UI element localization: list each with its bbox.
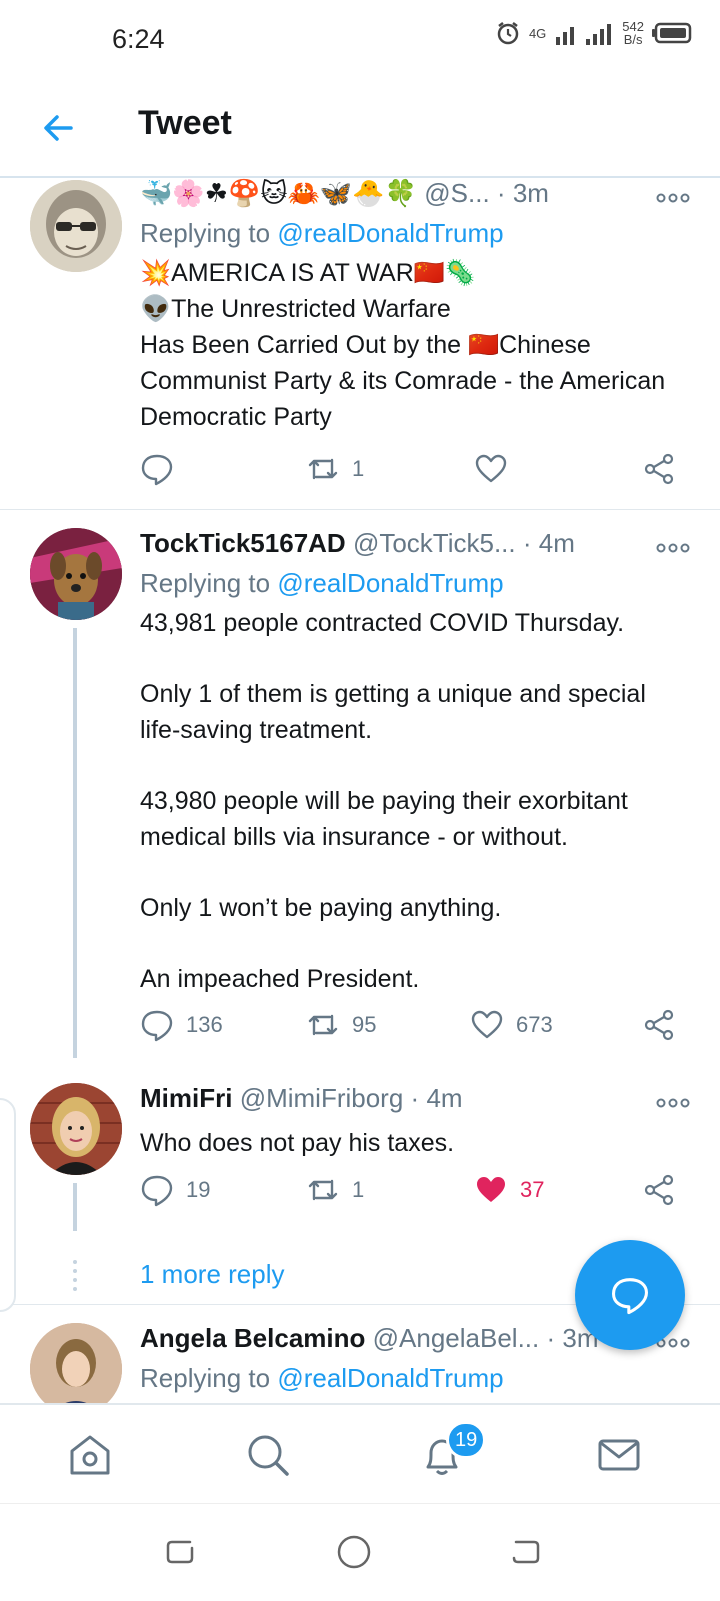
replying-to: Replying to @realDonaldTrump bbox=[140, 218, 504, 248]
more-options-icon[interactable] bbox=[656, 192, 690, 204]
mention-link[interactable]: @realDonaldTrump bbox=[277, 1363, 503, 1393]
reply-button[interactable] bbox=[140, 452, 186, 486]
avatar[interactable] bbox=[30, 180, 122, 272]
tweet-text: 💥AMERICA IS AT WAR🇨🇳🦠 👽The Unrestricted … bbox=[140, 259, 666, 431]
share-icon bbox=[644, 1174, 674, 1206]
alarm-icon bbox=[497, 22, 519, 45]
reply-icon bbox=[612, 1278, 648, 1315]
share-button[interactable] bbox=[642, 1008, 676, 1042]
tweet-time: 3m bbox=[512, 178, 549, 208]
display-name-emojis[interactable]: 🐳🌸☘🍄🐱🦀🦋🐣🍀 bbox=[140, 178, 417, 208]
thread-line bbox=[73, 1183, 77, 1231]
notification-badge: 19 bbox=[446, 1421, 487, 1459]
tweet-header-line: 🐳🌸☘🍄🐱🦀🦋🐣🍀 @S... · 3m bbox=[140, 178, 549, 208]
list-item[interactable]: TockTick5167AD @TockTick5... · 4m Replyi… bbox=[0, 510, 720, 1065]
more-options-icon[interactable] bbox=[656, 542, 690, 554]
tweet-actions: 1 bbox=[140, 452, 700, 492]
network-type: 4G bbox=[528, 25, 547, 41]
share-icon bbox=[644, 453, 674, 485]
status-icons: 4G 542 B/s bbox=[495, 20, 692, 46]
tweet-header: Tweet bbox=[0, 80, 720, 178]
retweet-icon bbox=[308, 458, 338, 480]
tweet-time: 4m bbox=[538, 528, 575, 558]
like-button[interactable]: 37 bbox=[474, 1173, 544, 1207]
like-button[interactable] bbox=[474, 452, 520, 486]
share-button[interactable] bbox=[642, 1173, 676, 1207]
more-options-icon[interactable] bbox=[656, 1097, 690, 1109]
heart-icon bbox=[475, 454, 507, 483]
avatar[interactable] bbox=[30, 1083, 122, 1175]
list-item[interactable]: 🐳🌸☘🍄🐱🦀🦋🐣🍀 @S... · 3m Replying to @realDo… bbox=[0, 178, 720, 508]
like-button[interactable]: 673 bbox=[470, 1008, 553, 1042]
display-name[interactable]: TockTick5167AD bbox=[140, 528, 346, 558]
avatar[interactable] bbox=[30, 528, 122, 620]
more-replies-link[interactable]: 1 more reply bbox=[140, 1259, 285, 1290]
reply-icon bbox=[141, 454, 173, 486]
back-button-icon[interactable] bbox=[506, 1532, 546, 1572]
messages-icon[interactable] bbox=[595, 1431, 643, 1479]
mention-link[interactable]: @realDonaldTrump bbox=[277, 568, 503, 598]
mention-link[interactable]: @realDonaldTrump bbox=[277, 218, 503, 248]
status-time: 6:24 bbox=[112, 24, 165, 54]
signal-icon bbox=[556, 24, 612, 45]
thread-line bbox=[73, 628, 77, 1058]
battery-icon bbox=[652, 22, 692, 44]
reply-icon bbox=[141, 1175, 173, 1207]
tweet-header-line: MimiFri @MimiFriborg · 4m bbox=[140, 1083, 463, 1113]
network-speed: 542 B/s bbox=[622, 19, 644, 47]
tweet-text: Who does not pay his taxes. bbox=[140, 1129, 455, 1157]
search-icon[interactable] bbox=[244, 1431, 292, 1479]
home-icon[interactable] bbox=[66, 1431, 114, 1479]
retweet-icon bbox=[308, 1014, 338, 1036]
tweet-actions: 19 1 37 bbox=[140, 1173, 700, 1213]
recents-icon[interactable] bbox=[160, 1532, 200, 1572]
page-title: Tweet bbox=[138, 104, 232, 142]
user-handle[interactable]: @S... bbox=[424, 178, 489, 208]
status-bar: 6:24 4G 542 B/s bbox=[0, 0, 720, 80]
replying-to: Replying to @realDonaldTrump bbox=[140, 1363, 504, 1393]
system-navigation-bar bbox=[0, 1503, 720, 1601]
share-button[interactable] bbox=[642, 452, 676, 486]
avatar[interactable] bbox=[30, 1323, 122, 1403]
replying-to: Replying to @realDonaldTrump bbox=[140, 568, 504, 598]
user-handle[interactable]: @MimiFriborg bbox=[240, 1083, 404, 1113]
compose-reply-button[interactable] bbox=[575, 1240, 685, 1350]
share-icon bbox=[644, 1009, 674, 1041]
bottom-navigation: 19 bbox=[0, 1403, 720, 1503]
tweet-text: 43,981 people contracted COVID Thursday.… bbox=[140, 609, 646, 993]
reply-button[interactable]: 19 bbox=[140, 1173, 210, 1207]
heart-icon bbox=[471, 1010, 503, 1039]
display-name[interactable]: Angela Belcamino bbox=[140, 1323, 365, 1353]
tweet-actions: 136 95 673 bbox=[140, 1008, 700, 1048]
arrow-left-icon[interactable] bbox=[38, 108, 78, 148]
retweet-icon bbox=[308, 1179, 338, 1201]
retweet-button[interactable]: 1 bbox=[306, 1173, 364, 1207]
home-button-icon[interactable] bbox=[334, 1532, 374, 1572]
replies-list[interactable]: 🐳🌸☘🍄🐱🦀🦋🐣🍀 @S... · 3m Replying to @realDo… bbox=[0, 178, 720, 1403]
retweet-button[interactable]: 1 bbox=[306, 452, 364, 486]
reply-button[interactable]: 136 bbox=[140, 1008, 223, 1042]
user-handle[interactable]: @AngelaBel... bbox=[373, 1323, 540, 1353]
reply-icon bbox=[141, 1010, 173, 1042]
tweet-time: 4m bbox=[426, 1083, 463, 1113]
user-handle[interactable]: @TockTick5... bbox=[353, 528, 516, 558]
display-name[interactable]: MimiFri bbox=[140, 1083, 232, 1113]
tweet-header-line: TockTick5167AD @TockTick5... · 4m bbox=[140, 528, 575, 558]
edge-panel-handle[interactable] bbox=[0, 1098, 16, 1312]
thread-dots bbox=[73, 1260, 77, 1291]
retweet-button[interactable]: 95 bbox=[306, 1008, 376, 1042]
heart-filled-icon bbox=[477, 1177, 505, 1202]
